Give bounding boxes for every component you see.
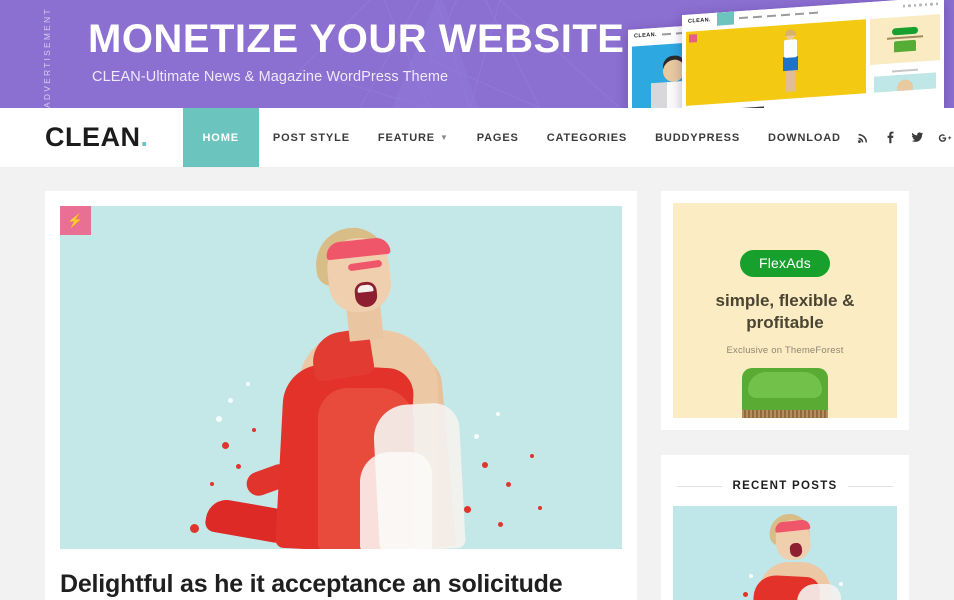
nav-item-categories[interactable]: CATEGORIES [533, 108, 641, 167]
mockup-hero-primary [686, 19, 866, 106]
nav-item-download[interactable]: DOWNLOAD [754, 108, 855, 167]
grass-brush-icon [742, 368, 828, 418]
recent-post-illustration [673, 506, 897, 600]
banner-subtitle: CLEAN-Ultimate News & Magazine WordPress… [92, 69, 449, 85]
flexads-tagline: simple, flexible & profitable [715, 291, 855, 332]
recent-posts-title: RECENT POSTS [732, 480, 838, 492]
featured-post-image [60, 206, 622, 549]
google-plus-icon[interactable] [936, 129, 954, 147]
page-content: ⚡ Delightful as he it acceptance an soli… [0, 168, 954, 600]
flexads-badge: FlexAds [740, 250, 830, 277]
logo-dot: . [140, 122, 149, 152]
nav-label-buddypress: BUDDYPRESS [655, 131, 741, 144]
nav-label-home: HOME [202, 131, 239, 144]
rss-icon[interactable] [855, 129, 873, 147]
nav-item-pages[interactable]: PAGES [463, 108, 533, 167]
primary-navigation: HOME POST STYLE FEATURE ▼ PAGES CATEGORI… [182, 108, 855, 167]
flexads-banner[interactable]: FlexAds simple, flexible & profitable Ex… [673, 203, 897, 418]
twitter-icon[interactable] [909, 129, 927, 147]
nav-item-buddypress[interactable]: BUDDYPRESS [641, 108, 754, 167]
advertisement-label: ADVERTISEMENT [42, 7, 52, 108]
site-header: CLEAN. HOME POST STYLE FEATURE ▼ PAGES C… [0, 108, 954, 168]
nav-label-categories: CATEGORIES [546, 131, 628, 144]
facebook-icon[interactable] [882, 129, 900, 147]
banner-copy: MONETIZE YOUR WEBSITE CLEAN-Ultimate New… [88, 14, 628, 85]
featured-post-card[interactable]: ⚡ [60, 206, 622, 549]
nav-item-post-style[interactable]: POST STYLE [259, 108, 364, 167]
divider-right [847, 485, 893, 487]
recent-posts-widget: RECENT POSTS [661, 455, 909, 600]
mockup-logo-primary: CLEAN. [688, 16, 711, 25]
logo-text: CLEAN [45, 122, 141, 152]
sidebar-ad-widget: FlexAds simple, flexible & profitable Ex… [661, 191, 909, 430]
nav-label-feature: FEATURE [377, 131, 435, 144]
mockup-logo-secondary: CLEAN. [634, 31, 657, 39]
banner-headline: MONETIZE YOUR WEBSITE [88, 17, 625, 61]
mockup-sidebar-ad [870, 14, 940, 66]
theme-preview-mockups[interactable]: CLEAN. CLEAN. [624, 0, 954, 108]
flexads-exclusive-note: Exclusive on ThemeForest [726, 345, 844, 356]
header-social-icons [855, 108, 954, 167]
nav-label-pages: PAGES [476, 131, 519, 144]
divider-left [677, 485, 723, 487]
recent-post-thumbnail[interactable] [673, 506, 897, 600]
featured-post-title[interactable]: Delightful as he it acceptance an solici… [60, 567, 622, 600]
nav-item-home[interactable]: HOME [182, 108, 259, 167]
recent-posts-heading: RECENT POSTS [673, 467, 897, 506]
theme-preview-primary: CLEAN. [682, 0, 944, 108]
advertisement-banner[interactable]: ADVERTISEMENT MONETIZE YOUR WEBSITE CLEA… [0, 0, 954, 108]
nav-label-download: DOWNLOAD [768, 131, 841, 144]
nav-label-post-style: POST STYLE [272, 131, 350, 144]
main-column: ⚡ Delightful as he it acceptance an soli… [45, 191, 637, 600]
featured-image-illustration [60, 206, 622, 549]
chevron-down-icon: ▼ [439, 132, 449, 142]
nav-item-feature[interactable]: FEATURE ▼ [364, 108, 463, 167]
mockup-recent-posts [870, 64, 940, 94]
sidebar: FlexAds simple, flexible & profitable Ex… [661, 191, 909, 600]
flash-icon[interactable]: ⚡ [60, 206, 91, 235]
site-logo[interactable]: CLEAN. [0, 108, 149, 167]
